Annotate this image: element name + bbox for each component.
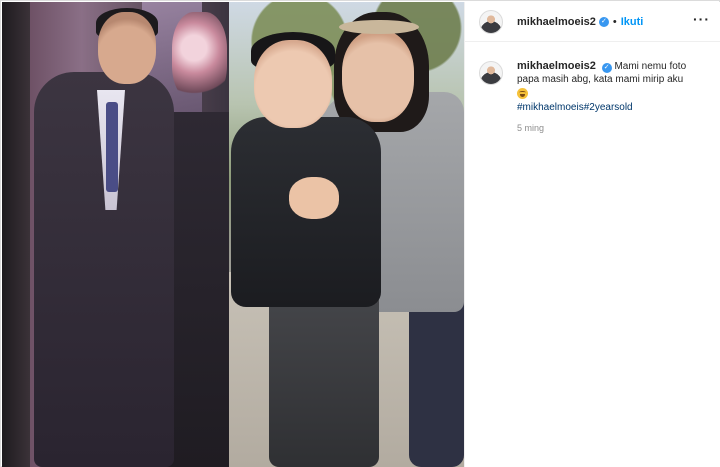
caption-verified-badge-icon: ✓ (601, 62, 612, 73)
instagram-post: mikhaelmoeis2 ✓ • Ikuti ··· mikhaelmoeis… (0, 0, 720, 467)
avatar[interactable] (479, 9, 503, 34)
caption-comment: mikhaelmoeis2 ✓ Mami nemu foto papa masi… (465, 42, 720, 135)
post-sidebar: mikhaelmoeis2 ✓ • Ikuti ··· mikhaelmoeis… (464, 2, 720, 467)
photo-right-panel (229, 2, 464, 467)
follow-button[interactable]: Ikuti (621, 16, 644, 28)
post-timestamp[interactable]: 5 ming (517, 122, 706, 135)
caption-avatar[interactable] (479, 61, 503, 85)
verified-badge-icon: ✓ (598, 16, 609, 27)
more-options-icon[interactable]: ··· (693, 12, 710, 26)
grinning-sweat-emoji-icon (517, 88, 528, 99)
post-photo[interactable] (2, 2, 464, 467)
caption-hashtags[interactable]: #mikhaelmoeis#2yearsold (517, 101, 706, 114)
photo-left-panel (2, 2, 229, 467)
caption-username[interactable]: mikhaelmoeis2 (517, 60, 596, 72)
header-username[interactable]: mikhaelmoeis2 (517, 16, 596, 28)
separator-dot: • (612, 15, 617, 28)
post-header: mikhaelmoeis2 ✓ • Ikuti ··· (465, 2, 720, 42)
